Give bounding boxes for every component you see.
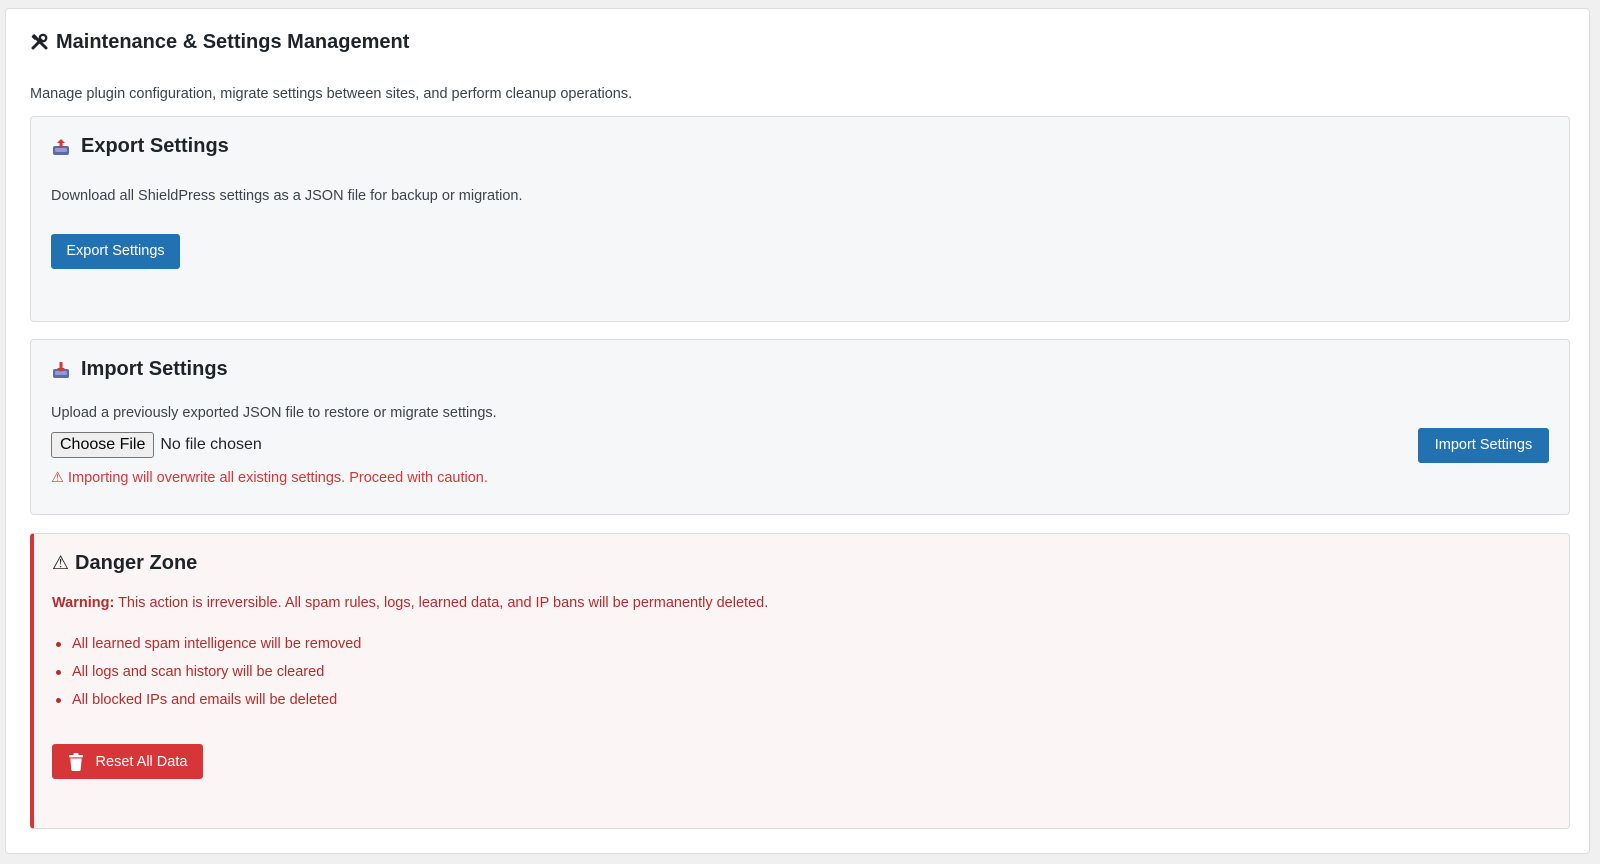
warning-icon: ⚠: [52, 553, 70, 574]
maintenance-panel: Maintenance & Settings Management Manage…: [5, 8, 1590, 854]
list-item: All blocked IPs and emails will be delet…: [52, 686, 361, 714]
import-settings-button[interactable]: Import Settings: [1418, 428, 1549, 463]
danger-zone-title: Danger Zone: [75, 552, 198, 574]
list-item: All learned spam intelligence will be re…: [52, 630, 361, 658]
import-settings-title: Import Settings: [81, 358, 228, 380]
import-settings-description: Upload a previously exported JSON file t…: [51, 405, 497, 421]
import-warning-text: Importing will overwrite all existing se…: [68, 470, 488, 486]
export-settings-header: Export Settings: [51, 135, 229, 158]
file-status: No file chosen: [160, 436, 262, 453]
page-header: Maintenance & Settings Management: [30, 31, 409, 54]
danger-warning: Warning: This action is irreversible. Al…: [52, 595, 768, 611]
tools-icon: [30, 33, 50, 53]
export-settings-button[interactable]: Export Settings: [51, 234, 180, 269]
export-settings-description: Download all ShieldPress settings as a J…: [51, 188, 523, 204]
list-item: All logs and scan history will be cleare…: [52, 658, 361, 686]
warning-icon: ⚠: [51, 470, 64, 486]
import-settings-card: Import Settings Upload a previously expo…: [30, 339, 1570, 515]
danger-warning-label: Warning:: [52, 595, 115, 611]
export-settings-title: Export Settings: [81, 135, 229, 157]
import-settings-header: Import Settings: [51, 358, 228, 381]
trash-icon: [68, 752, 84, 771]
page-description: Manage plugin configuration, migrate set…: [30, 86, 633, 102]
reset-all-data-button[interactable]: Reset All Data: [52, 744, 203, 779]
danger-zone-card: ⚠ Danger Zone Warning: This action is ir…: [30, 533, 1570, 829]
outbox-tray-icon: [51, 137, 71, 157]
export-settings-card: Export Settings Download all ShieldPress…: [30, 116, 1570, 322]
danger-consequences-list: All learned spam intelligence will be re…: [52, 630, 361, 714]
inbox-tray-icon: [51, 360, 71, 380]
choose-file-button[interactable]: Choose File: [51, 432, 155, 458]
danger-zone-header: ⚠ Danger Zone: [52, 552, 197, 575]
reset-all-data-label: Reset All Data: [95, 753, 188, 770]
danger-warning-text: This action is irreversible. All spam ru…: [114, 595, 769, 611]
file-input[interactable]: Choose File No file chosen: [51, 432, 262, 458]
page-title: Maintenance & Settings Management: [56, 31, 410, 53]
import-warning: ⚠ Importing will overwrite all existing …: [51, 470, 488, 486]
